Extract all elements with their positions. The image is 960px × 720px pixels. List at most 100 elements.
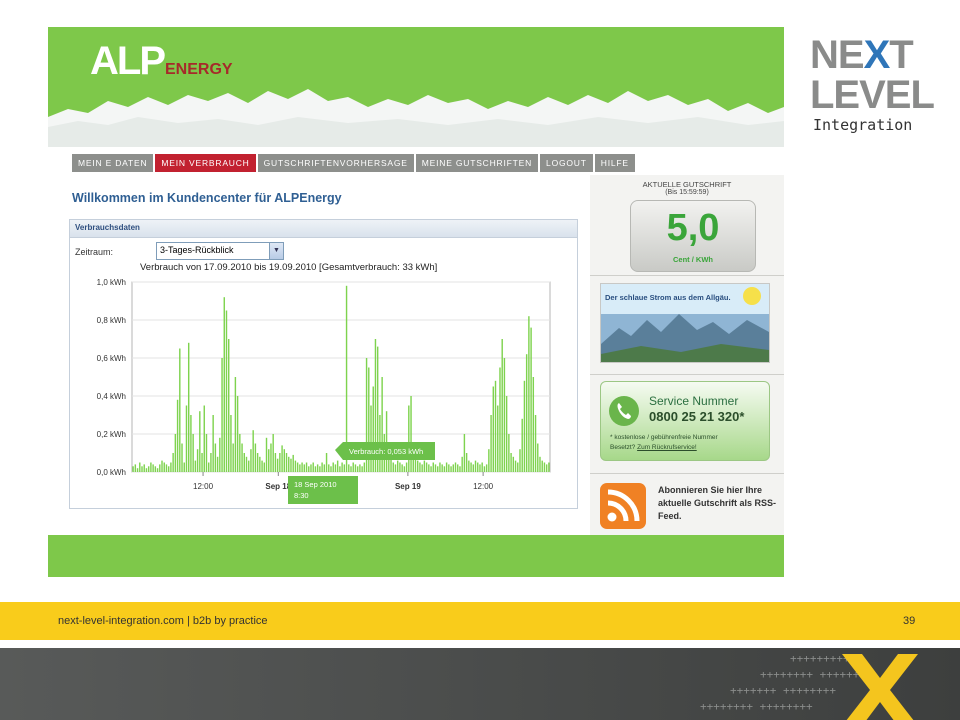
- chart-bar: [437, 466, 439, 472]
- chart-bar: [334, 464, 337, 472]
- chart-bar: [176, 399, 179, 472]
- chart-bar: [263, 462, 265, 472]
- consumption-chart[interactable]: 1,0 kWh 0,8 kWh 0,6 kWh 0,4 kWh 0,2 kWh 0,0 k…: [70, 260, 577, 508]
- callback-link[interactable]: Zum Rückrufservice!: [637, 444, 697, 451]
- chart-bar: [396, 460, 399, 472]
- chart-bar: [139, 462, 141, 472]
- chart-bar: [165, 464, 168, 472]
- chart-bar: [268, 449, 270, 472]
- chart-bar: [450, 466, 452, 472]
- chart-bar: [325, 453, 328, 472]
- svg-text:+++++++ ++++++++: +++++++ ++++++++: [730, 684, 836, 697]
- svg-text:++++++++ ++++++++: ++++++++ ++++++++: [700, 700, 813, 713]
- chart-bar: [350, 466, 352, 472]
- chart-bar: [401, 464, 403, 472]
- chart-bar: [285, 453, 288, 472]
- chart-bar: [423, 460, 426, 472]
- chart-bar: [181, 443, 183, 472]
- main-nav: MEIN E DATEN MEIN VERBRAUCH GUTSCHRIFTEN…: [72, 154, 637, 172]
- ad-slogan: Der schlaue Strom aus dem Allgäu.: [605, 293, 731, 302]
- chart-bar: [208, 462, 210, 472]
- chart-bar: [143, 464, 145, 472]
- zeitraum-label: Zeitraum:: [75, 247, 114, 257]
- chart-bar: [205, 434, 208, 472]
- chart-bar: [232, 443, 234, 472]
- yellow-x-mark: [842, 654, 918, 720]
- footer-bar: next-level-integration.com | b2b by prac…: [0, 602, 960, 640]
- page-number: 39: [903, 615, 916, 627]
- nav-mein-verbrauch[interactable]: MEIN VERBRAUCH: [155, 154, 256, 172]
- chart-bar: [190, 415, 192, 472]
- service-card[interactable]: Service Nummer 0800 25 21 320* * kostenl…: [600, 381, 770, 461]
- chart-bar: [537, 443, 539, 472]
- y-tick-label: 0,0 kWh: [97, 468, 126, 477]
- chart-bar: [252, 430, 254, 472]
- chart-bar: [428, 464, 430, 472]
- nav-meine-daten[interactable]: MEIN E DATEN: [72, 154, 154, 172]
- zeitraum-select[interactable]: 3-Tages-Rückblick ▼: [156, 242, 284, 260]
- svg-text:++++++++ ++++++: ++++++++ ++++++: [760, 668, 860, 681]
- tooltip-time: 8:30: [294, 491, 309, 500]
- chart-bar: [194, 460, 197, 472]
- chart-bar: [545, 464, 548, 472]
- allgaeu-ad-banner[interactable]: Der schlaue Strom aus dem Allgäu.: [600, 283, 770, 363]
- footer-text: next-level-integration.com | b2b by prac…: [58, 615, 268, 627]
- chevron-down-icon[interactable]: ▼: [269, 243, 283, 259]
- chart-bar: [259, 456, 261, 472]
- tooltip-date: 18 Sep 2010: [294, 480, 337, 489]
- nav-gutschriftenvorhersage[interactable]: GUTSCHRIFTENVORHERSAGE: [257, 154, 414, 172]
- chart-bar: [154, 466, 157, 472]
- chart-bar: [356, 466, 359, 472]
- chart-bar: [468, 460, 470, 472]
- phone-icon: [609, 396, 639, 426]
- alp-energy-logo[interactable]: ALPENERGY: [90, 41, 233, 81]
- y-tick-label: 0,6 kWh: [97, 354, 126, 363]
- chart-bar: [543, 462, 546, 472]
- gutschrift-time: (Bis 15:59:59): [665, 189, 709, 196]
- chart-bar: [212, 415, 214, 472]
- rss-promo[interactable]: Abonnieren Sie hier Ihre aktuelle Gutsch…: [600, 481, 780, 533]
- panel-title: Verbrauchsdaten: [75, 223, 140, 232]
- chart-bar: [439, 462, 441, 472]
- chart-bar: [159, 464, 161, 472]
- zeitraum-selected-value: 3-Tages-Rückblick: [160, 245, 234, 255]
- chart-bar: [399, 462, 401, 472]
- tooltip-value: Verbrauch: 0,053 kWh: [349, 447, 423, 456]
- footer-band: [48, 535, 784, 577]
- rss-icon[interactable]: [600, 483, 646, 529]
- chart-bar: [421, 464, 423, 472]
- rss-text: Abonnieren Sie hier Ihre aktuelle Gutsch…: [658, 485, 777, 521]
- chart-bar: [410, 396, 412, 472]
- x-tick-label: Sep 19: [395, 482, 421, 491]
- chart-bar: [256, 453, 259, 472]
- chart-bar: [525, 354, 528, 472]
- chart-bar: [248, 460, 250, 472]
- chart-bar: [539, 456, 541, 472]
- chart-bar: [408, 405, 410, 472]
- x-tick-label: 12:00: [473, 482, 494, 491]
- chart-bar: [203, 405, 205, 472]
- chart-bar: [328, 464, 330, 472]
- chart-bar: [319, 466, 321, 472]
- nav-logout[interactable]: LOGOUT: [540, 154, 593, 172]
- chart-bar: [448, 464, 450, 472]
- chart-bar: [241, 443, 243, 472]
- chart-bar: [270, 443, 272, 472]
- logo-ne: NE: [810, 33, 865, 77]
- chart-bar: [481, 462, 483, 472]
- x-tick-label: 12:00: [193, 482, 214, 491]
- y-tick-label: 0,4 kWh: [97, 392, 126, 401]
- chart-bar: [459, 466, 461, 472]
- chart-bar: [216, 456, 219, 472]
- nav-meine-gutschriften[interactable]: MEINE GUTSCHRIFTEN: [415, 154, 539, 172]
- chart-bar: [463, 434, 466, 472]
- service-note: * kostenlose / gebührenfreie Nummer: [610, 434, 718, 441]
- chart-bar: [519, 449, 521, 472]
- chart-bar: [230, 415, 232, 472]
- verbrauchsdaten-panel: Verbrauchsdaten Zeitraum: 3-Tages-Rückbl…: [69, 219, 578, 509]
- chart-bar: [394, 464, 397, 472]
- nav-hilfe[interactable]: HILFE: [594, 154, 635, 172]
- y-tick-label: 0,8 kWh: [97, 316, 126, 325]
- chart-bar: [152, 464, 154, 472]
- chart-bar: [359, 464, 361, 472]
